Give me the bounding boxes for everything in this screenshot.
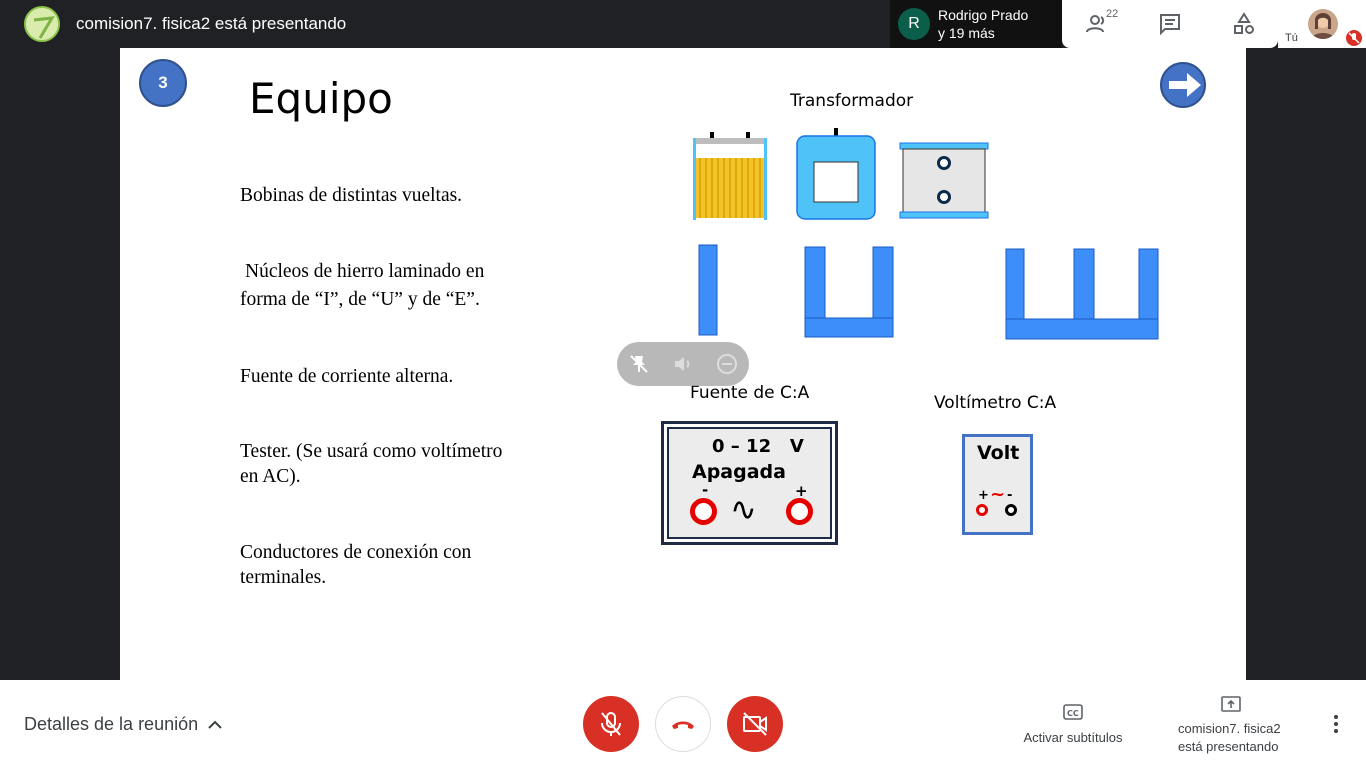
mic-toggle-button[interactable] xyxy=(583,696,639,752)
item-ac-source: Fuente de corriente alterna. xyxy=(240,366,454,387)
self-mic-off-icon xyxy=(1346,30,1362,46)
activities-button[interactable] xyxy=(1230,10,1258,38)
item-conductors-line1: Conductores de conexión con xyxy=(240,542,472,563)
chevron-up-icon[interactable] xyxy=(206,716,224,734)
volt-text: Volt xyxy=(977,442,1020,464)
presenter-name: Rodrigo Prado y 19 más xyxy=(938,6,1028,42)
ac-source-device: 0 – 12 V Apagada - + ∿ xyxy=(661,421,838,545)
item-conductors-line2: terminales. xyxy=(240,567,327,588)
present-label-line2: está presentando xyxy=(1178,739,1279,754)
slide-number-badge: 3 xyxy=(139,59,187,107)
presenter-name-line1: Rodrigo Prado xyxy=(938,7,1029,23)
arrow-right-icon[interactable] xyxy=(1159,61,1207,109)
pin-off-icon[interactable] xyxy=(627,352,651,376)
coil-front-drawing xyxy=(796,128,876,220)
source-label: Fuente de C:A xyxy=(690,383,810,403)
item-tester-line1: Tester. (Se usará como voltímetro xyxy=(240,441,503,462)
leave-call-button[interactable] xyxy=(655,696,711,752)
people-button[interactable]: 22 xyxy=(1084,8,1118,38)
more-vert-icon[interactable] xyxy=(1322,710,1350,738)
presentation-slide: 3 Equipo Bobinas de distintas vueltas. N… xyxy=(120,48,1246,680)
self-avatar xyxy=(1308,9,1338,39)
core-i-drawing xyxy=(698,244,718,336)
tile-controls xyxy=(617,342,749,386)
meeting-logo xyxy=(24,6,60,42)
chat-button[interactable] xyxy=(1156,10,1184,38)
chat-icon xyxy=(1160,14,1180,36)
captions-button[interactable]: CC Activar subtítulos xyxy=(1010,700,1136,750)
voltmeter-device: Volt + ~ - xyxy=(962,434,1033,535)
core-u-drawing xyxy=(804,246,894,338)
participants-count: 22 xyxy=(1106,8,1119,20)
volt-terminal-plus xyxy=(976,504,988,516)
source-terminal-minus xyxy=(690,498,717,525)
present-label-line1: comision7. fisica2 xyxy=(1178,721,1281,736)
voltmeter-label: Voltímetro C:A xyxy=(934,393,1057,413)
camera-toggle-button[interactable] xyxy=(727,696,783,752)
mic-off-icon xyxy=(601,712,621,736)
item-coils: Bobinas de distintas vueltas. xyxy=(240,185,463,206)
coil-drawing xyxy=(693,132,767,220)
presenter-tile[interactable]: R Rodrigo Prado y 19 más xyxy=(890,0,1062,48)
volt-tilde: ~ xyxy=(990,484,1006,505)
volume-icon[interactable] xyxy=(671,352,695,376)
volt-terminal-minus xyxy=(1005,504,1017,516)
presenting-title: comision7. fisica2 está presentando xyxy=(76,14,347,33)
coil-terminals-drawing xyxy=(899,142,989,219)
hangup-icon xyxy=(672,721,694,729)
svg-text:CC: CC xyxy=(1067,709,1079,718)
presenter-avatar: R xyxy=(898,8,930,40)
source-minus: - xyxy=(702,481,709,499)
self-tile[interactable]: Tú xyxy=(1278,0,1366,48)
present-now-button[interactable]: comision7. fisica2 está presentando xyxy=(1170,692,1292,756)
slide-title: Equipo xyxy=(249,74,393,123)
item-cores-line2: forma de “I”, de “U” y de “E”. xyxy=(240,289,480,310)
captions-icon: CC xyxy=(1063,704,1083,720)
meeting-details-button[interactable]: Detalles de la reunión xyxy=(24,714,198,735)
volt-plus: + xyxy=(978,488,989,503)
stage-left-margin xyxy=(0,48,120,680)
camera-off-icon xyxy=(743,712,767,736)
presenter-name-line2: y 19 más xyxy=(938,25,995,41)
source-wave: ∿ xyxy=(730,490,757,528)
top-bar: comision7. fisica2 está presentando R Ro… xyxy=(0,0,1366,48)
captions-label: Activar subtítulos xyxy=(1023,730,1123,745)
source-terminal-plus xyxy=(786,498,813,525)
item-tester-line2: en AC). xyxy=(240,466,301,487)
item-cores-line1: Núcleos de hierro laminado en xyxy=(245,261,485,282)
bottom-bar: Detalles de la reunión CC Activar subtít… xyxy=(0,680,1366,768)
remove-icon[interactable] xyxy=(715,352,739,376)
top-panel-buttons: 22 xyxy=(1062,0,1278,48)
core-e-drawing xyxy=(1005,248,1159,340)
activities-icon xyxy=(1234,12,1254,34)
present-icon xyxy=(1221,696,1241,712)
source-state: Apagada xyxy=(692,461,786,483)
you-label: Tú xyxy=(1285,32,1298,44)
present-label: comision7. fisica2 está presentando xyxy=(1170,720,1292,756)
source-range: 0 – 12 V xyxy=(712,436,804,457)
volt-minus: - xyxy=(1007,488,1013,503)
stage-right-margin xyxy=(1246,48,1366,680)
transformer-label: Transformador xyxy=(790,91,914,111)
